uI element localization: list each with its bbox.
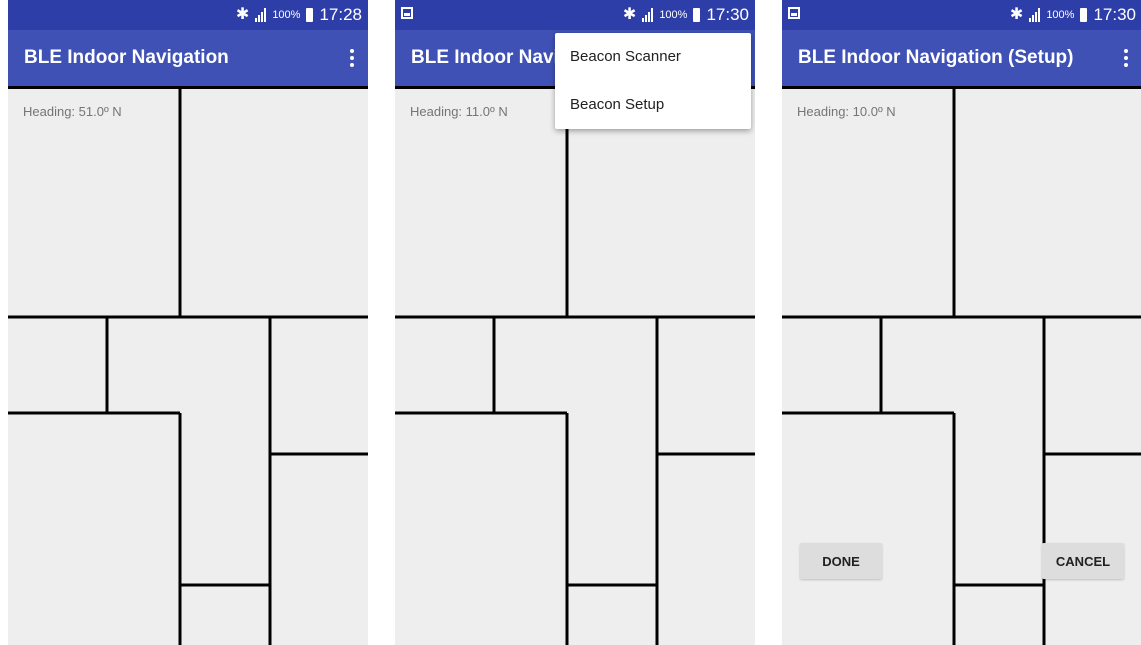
app-toolbar: BLE Indoor Navigation (Setup): [782, 30, 1141, 86]
screenshot-notification-icon: [401, 7, 413, 19]
overflow-menu-icon[interactable]: [344, 46, 360, 70]
floor-plan-map[interactable]: Heading: 10.0º N DONE CANCEL: [782, 86, 1141, 645]
menu-item-beacon-scanner[interactable]: Beacon Scanner: [555, 33, 751, 81]
overflow-menu: Beacon Scanner Beacon Setup: [555, 33, 751, 129]
clock: 17:28: [319, 5, 362, 24]
clock: 17:30: [706, 5, 749, 24]
done-button[interactable]: DONE: [800, 543, 882, 579]
bluetooth-icon: ✱: [1009, 6, 1024, 23]
heading-readout: Heading: 11.0º N: [410, 104, 508, 119]
clock: 17:30: [1093, 5, 1136, 24]
signal-icon: [642, 8, 654, 22]
cancel-button[interactable]: CANCEL: [1042, 543, 1124, 579]
floor-plan-walls: [8, 86, 368, 645]
bluetooth-icon: ✱: [622, 6, 637, 23]
battery-percent: 100%: [659, 9, 688, 21]
app-toolbar: BLE Indoor Navigation: [8, 30, 368, 86]
app-title: BLE Indoor Navigation: [24, 47, 229, 68]
phone-screen-setup: ✱ 100% 17:30 BLE Indoor Navigation (Setu…: [782, 0, 1141, 645]
floor-plan-map[interactable]: Heading: 51.0º N: [8, 86, 368, 645]
signal-icon: [255, 8, 267, 22]
signal-icon: [1029, 8, 1041, 22]
floor-plan-map[interactable]: Heading: 11.0º N: [395, 86, 755, 645]
battery-percent: 100%: [1046, 9, 1075, 21]
battery-icon: [1080, 8, 1088, 22]
status-bar: ✱ 100% 17:30: [395, 0, 755, 30]
phone-screen-main: ✱ 100% 17:28 BLE Indoor Navigation Headi…: [8, 0, 368, 645]
battery-percent: 100%: [272, 9, 301, 21]
status-bar: ✱ 100% 17:28: [8, 0, 368, 30]
battery-icon: [306, 8, 314, 22]
floor-plan-walls: [395, 86, 755, 645]
phone-screen-menu: ✱ 100% 17:30 BLE Indoor Navigation Headi…: [395, 0, 755, 645]
status-bar: ✱ 100% 17:30: [782, 0, 1141, 30]
heading-readout: Heading: 51.0º N: [23, 104, 122, 119]
screenshot-notification-icon: [788, 7, 800, 19]
heading-readout: Heading: 10.0º N: [797, 104, 896, 119]
overflow-menu-icon[interactable]: [1118, 46, 1134, 70]
battery-icon: [693, 8, 701, 22]
app-title: BLE Indoor Navigation (Setup): [798, 47, 1074, 68]
menu-item-beacon-setup[interactable]: Beacon Setup: [555, 81, 751, 129]
bluetooth-icon: ✱: [235, 6, 250, 23]
